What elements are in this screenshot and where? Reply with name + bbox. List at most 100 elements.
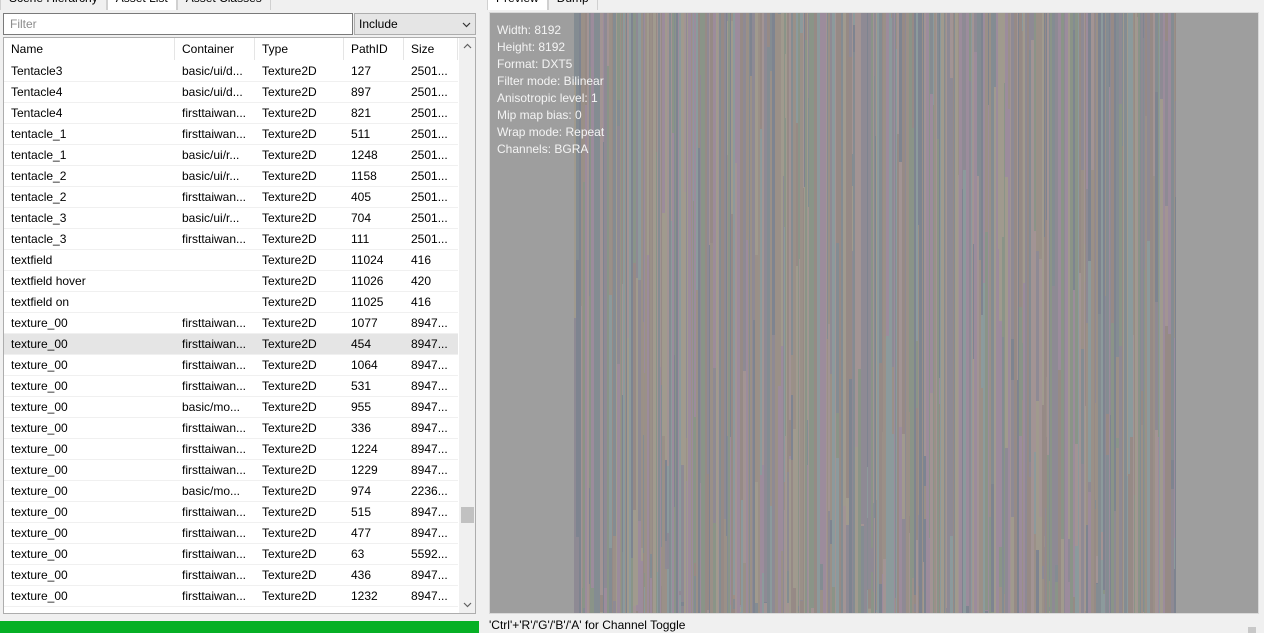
cell-name: texture_00 [11, 484, 68, 498]
filter-input[interactable] [3, 13, 353, 35]
tab-asset-list[interactable]: Asset List [106, 0, 177, 10]
texture-info-line: Filter mode: Bilinear [497, 74, 604, 88]
cell-name: texture_00 [11, 505, 68, 519]
cell-pathid: 1248 [351, 148, 378, 162]
table-row[interactable]: texture_00 firsttaiwan... Texture2D 1064 894… [4, 355, 458, 376]
chevron-down-icon [463, 602, 472, 608]
column-header-size[interactable]: Size [404, 38, 458, 60]
tab-preview[interactable]: Preview [487, 0, 548, 10]
table-row[interactable]: Tentacle4 basic/ui/d... Texture2D 897 2501..… [4, 82, 458, 103]
cell-pathid: 1077 [351, 316, 378, 330]
column-header-name[interactable]: Name [4, 38, 175, 60]
scroll-down-arrow[interactable] [459, 596, 475, 613]
cell-pathid: 1229 [351, 463, 378, 477]
scrollbar-thumb[interactable] [461, 506, 474, 523]
table-body: Tentacle3 basic/ui/d... Texture2D 127 2501..… [4, 61, 458, 607]
cell-pathid: 1158 [351, 169, 377, 183]
table-row[interactable]: texture_00 basic/mo... Texture2D 955 8947... [4, 397, 458, 418]
cell-name: texture_00 [11, 400, 68, 414]
asset-list-pane: Scene Hierarchy Asset List Asset Classes… [0, 0, 479, 633]
tab-dump[interactable]: Dump [547, 0, 598, 10]
table-row[interactable]: tentacle_2 firsttaiwan... Texture2D 405 2501… [4, 187, 458, 208]
texture-preview-area[interactable]: Width: 8192 Height: 8192 Format: DXT5 Filte… [489, 12, 1259, 614]
table-row[interactable]: textfield hover Texture2D 11026 420 [4, 271, 458, 292]
scroll-up-arrow[interactable] [459, 38, 475, 55]
cell-pathid: 336 [351, 421, 372, 435]
cell-size: 8947... [411, 589, 448, 603]
cell-container: firsttaiwan... [182, 589, 247, 603]
cell-type: Texture2D [262, 295, 317, 309]
table-row[interactable]: texture_00 firsttaiwan... Texture2D 436 8947… [4, 565, 458, 586]
table-row[interactable]: texture_00 firsttaiwan... Texture2D 1229 894… [4, 460, 458, 481]
cell-size: 8947... [411, 568, 448, 582]
cell-size: 8947... [411, 463, 448, 477]
cell-container [175, 292, 255, 312]
cell-name: Tentacle4 [11, 106, 63, 120]
cell-size: 8947... [411, 337, 448, 351]
table-row[interactable]: textfield on Texture2D 11025 416 [4, 292, 458, 313]
cell-pathid: 11026 [351, 274, 384, 288]
table-row[interactable]: texture_00 firsttaiwan... Texture2D 454 8947… [4, 334, 458, 355]
cell-container: basic/ui/r... [182, 169, 240, 183]
include-dropdown-value: Include [359, 17, 398, 31]
cell-type: Texture2D [262, 106, 317, 120]
cell-size: 420 [411, 274, 432, 288]
resize-grip[interactable] [1248, 627, 1256, 633]
table-row[interactable]: tentacle_1 firsttaiwan... Texture2D 511 2501… [4, 124, 458, 145]
table-row[interactable]: tentacle_3 basic/ui/r... Texture2D 704 2501.… [4, 208, 458, 229]
cell-pathid: 515 [351, 505, 372, 519]
tab-scene-hierarchy[interactable]: Scene Hierarchy [0, 0, 107, 10]
cell-pathid: 1224 [351, 442, 378, 456]
table-row[interactable]: texture_00 firsttaiwan... Texture2D 515 8947… [4, 502, 458, 523]
cell-container: firsttaiwan... [182, 379, 247, 393]
table-row[interactable]: Tentacle4 firsttaiwan... Texture2D 821 2501.… [4, 103, 458, 124]
cell-type: Texture2D [262, 85, 317, 99]
table-row[interactable]: Tentacle3 basic/ui/d... Texture2D 127 2501..… [4, 61, 458, 82]
cell-size: 2501... [411, 106, 448, 120]
table-row[interactable]: texture_00 firsttaiwan... Texture2D 63 5592.… [4, 544, 458, 565]
cell-type: Texture2D [262, 547, 317, 561]
cell-container: basic/ui/r... [182, 211, 240, 225]
cell-container: firsttaiwan... [182, 337, 247, 351]
cell-size: 8947... [411, 379, 448, 393]
column-header-type[interactable]: Type [255, 38, 344, 60]
cell-name: Tentacle3 [11, 64, 63, 78]
table-row[interactable]: texture_00 basic/mo... Texture2D 974 2236... [4, 481, 458, 502]
cell-type: Texture2D [262, 169, 317, 183]
texture-preview-image [574, 13, 1176, 613]
cell-size: 2501... [411, 211, 448, 225]
table-row[interactable]: tentacle_2 basic/ui/r... Texture2D 1158 2501… [4, 166, 458, 187]
table-row[interactable]: tentacle_3 firsttaiwan... Texture2D 111 2501… [4, 229, 458, 250]
include-dropdown[interactable]: Include [354, 13, 476, 35]
left-tabbar: Scene Hierarchy Asset List Asset Classes [0, 0, 271, 10]
table-row[interactable]: texture_00 firsttaiwan... Texture2D 1224 894… [4, 439, 458, 460]
texture-info: Width: 8192 Height: 8192 Format: DXT5 Filte… [497, 22, 604, 158]
tab-asset-classes[interactable]: Asset Classes [176, 0, 271, 10]
right-tabbar: Preview Dump [487, 0, 598, 10]
cell-size: 2501... [411, 232, 448, 246]
cell-name: texture_00 [11, 421, 68, 435]
cell-container: firsttaiwan... [182, 526, 247, 540]
cell-name: tentacle_3 [11, 211, 67, 225]
vertical-scrollbar[interactable] [459, 38, 475, 613]
cell-container: basic/ui/r... [182, 148, 240, 162]
cell-type: Texture2D [262, 421, 317, 435]
table-row[interactable]: texture_00 firsttaiwan... Texture2D 1232 894… [4, 586, 458, 607]
cell-pathid: 1232 [351, 589, 378, 603]
cell-type: Texture2D [262, 484, 317, 498]
pane-splitter[interactable] [479, 0, 487, 633]
table-row[interactable]: texture_00 firsttaiwan... Texture2D 1077 894… [4, 313, 458, 334]
cell-type: Texture2D [262, 211, 317, 225]
column-header-pathid[interactable]: PathID [344, 38, 404, 60]
table-row[interactable]: texture_00 firsttaiwan... Texture2D 531 8947… [4, 376, 458, 397]
cell-type: Texture2D [262, 379, 317, 393]
column-header-container[interactable]: Container [175, 38, 255, 60]
cell-type: Texture2D [262, 148, 317, 162]
cell-name: textfield [11, 253, 53, 267]
table-row[interactable]: textfield Texture2D 11024 416 [4, 250, 458, 271]
cell-name: texture_00 [11, 379, 68, 393]
table-row[interactable]: tentacle_1 basic/ui/r... Texture2D 1248 2501… [4, 145, 458, 166]
cell-container: basic/mo... [182, 484, 241, 498]
table-row[interactable]: texture_00 firsttaiwan... Texture2D 336 8947… [4, 418, 458, 439]
table-row[interactable]: texture_00 firsttaiwan... Texture2D 477 8947… [4, 523, 458, 544]
